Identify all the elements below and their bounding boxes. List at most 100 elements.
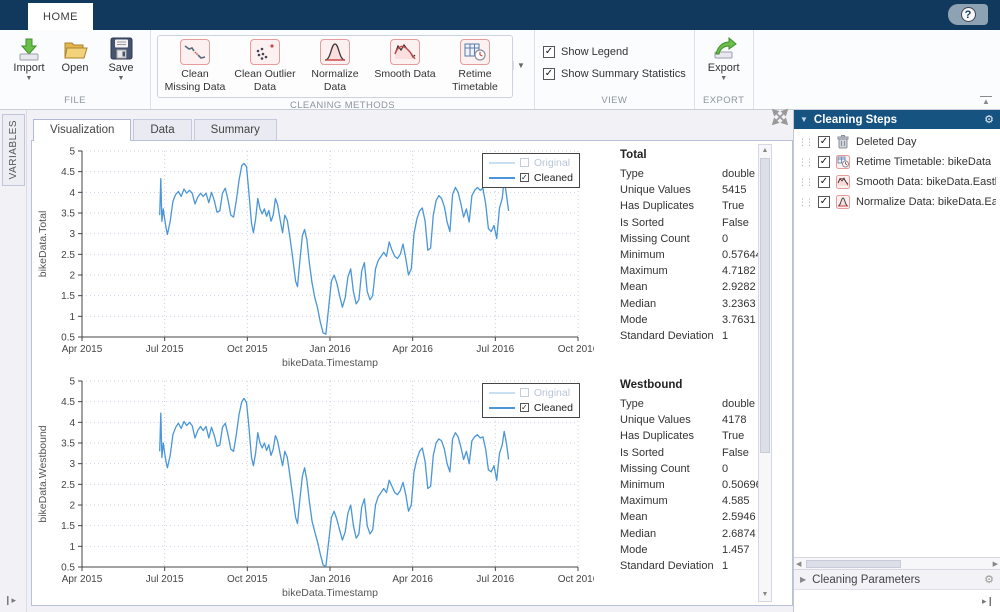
- stats-value: 2.6874: [722, 528, 756, 540]
- expand-document-icon[interactable]: [771, 108, 789, 131]
- open-button[interactable]: Open: [53, 35, 97, 74]
- normalize-icon: [836, 195, 850, 209]
- cleaning-step-item[interactable]: ⋮⋮✓Deleted Day: [794, 132, 1000, 152]
- step-checkbox[interactable]: ✓: [818, 136, 830, 148]
- save-dropdown-arrow[interactable]: ▼: [118, 76, 125, 82]
- cleaning-step-item[interactable]: ⋮⋮✓Retime Timetable: bikeData: [794, 152, 1000, 172]
- cleaning-parameters-gear-icon[interactable]: ⚙: [984, 573, 994, 586]
- cleaning-step-item[interactable]: ⋮⋮✓Normalize Data: bikeData.Eastbound: [794, 192, 1000, 212]
- variables-strip: VARIABLES ❙▸: [0, 110, 27, 612]
- tab-visualization[interactable]: Visualization: [33, 119, 131, 141]
- cleaning-parameters-header[interactable]: ▶ Cleaning Parameters ⚙: [794, 570, 1000, 590]
- legend-checkbox[interactable]: ✓: [520, 173, 529, 182]
- chart-row-total: Apr 2015Jul 2015Oct 2015Jan 2016Apr 2016…: [34, 143, 792, 373]
- show-summary-statistics-checkbox[interactable]: ✓: [543, 68, 555, 80]
- help-icon: ?: [961, 7, 976, 22]
- show-legend-row[interactable]: ✓ Show Legend: [543, 46, 628, 58]
- legend-line-sample: [489, 162, 515, 164]
- drag-handle-icon[interactable]: ⋮⋮: [798, 138, 812, 147]
- cleaning-steps-list: ⋮⋮✓Deleted Day⋮⋮✓Retime Timetable: bikeD…: [794, 129, 1000, 212]
- cleaning-steps-gear-icon[interactable]: ⚙: [984, 113, 994, 126]
- legend-checkbox[interactable]: ✓: [520, 403, 529, 412]
- cleaned-series-line[interactable]: [160, 398, 509, 566]
- expand-cleaning-parameters-icon[interactable]: ▶: [800, 575, 806, 584]
- ribbon-tab-home[interactable]: HOME: [28, 3, 93, 30]
- save-button[interactable]: Save ▼: [99, 35, 143, 82]
- stats-label: Standard Deviation: [620, 330, 722, 342]
- visualization-panel: Apr 2015Jul 2015Oct 2015Jan 2016Apr 2016…: [31, 140, 793, 606]
- variables-tab[interactable]: VARIABLES: [2, 114, 25, 186]
- vertical-scrollbar-thumb[interactable]: [760, 158, 770, 453]
- drag-handle-icon[interactable]: ⋮⋮: [798, 198, 812, 207]
- horizontal-scrollbar[interactable]: ◀ ▶: [794, 557, 1000, 570]
- open-label: Open: [62, 62, 89, 74]
- clean-missing-data-button[interactable]: Clean Missing Data: [160, 37, 230, 96]
- step-checkbox[interactable]: ✓: [818, 176, 830, 188]
- legend-entry-cleaned[interactable]: ✓Cleaned: [489, 400, 573, 415]
- stats-value: double: [722, 168, 755, 180]
- cleaned-series-line[interactable]: [160, 163, 509, 334]
- retime-timetable-label: Retime Timetable: [452, 68, 498, 94]
- tab-summary[interactable]: Summary: [194, 119, 277, 140]
- import-dropdown-arrow[interactable]: ▼: [26, 76, 33, 82]
- retime-timetable-button[interactable]: Retime Timetable: [440, 37, 510, 96]
- step-checkbox[interactable]: ✓: [818, 156, 830, 168]
- home-tab-label: HOME: [43, 11, 78, 23]
- clean-outlier-data-button[interactable]: Clean Outlier Data: [230, 37, 300, 96]
- collapse-ribbon-button[interactable]: ▲: [980, 96, 992, 105]
- legend-entry-cleaned[interactable]: ✓ Cleaned: [489, 170, 573, 185]
- stats-label: Unique Values: [620, 184, 722, 196]
- show-summary-statistics-label: Show Summary Statistics: [561, 68, 686, 80]
- chart-row-westbound: Apr 2015Jul 2015Oct 2015Jan 2016Apr 2016…: [34, 373, 792, 603]
- stats-row: Median2.6874: [620, 526, 772, 542]
- legend-label: Cleaned: [534, 172, 573, 184]
- chart-legend[interactable]: Original✓Cleaned: [482, 383, 580, 418]
- vertical-scrollbar[interactable]: ▲ ▼: [758, 144, 772, 602]
- expand-variables-panel-icon[interactable]: ❙▸: [4, 595, 16, 606]
- svg-text:Jan 2016: Jan 2016: [309, 344, 351, 355]
- legend-label: Original: [534, 387, 570, 399]
- legend-entry-original[interactable]: Original: [489, 155, 573, 170]
- stats-row: Unique Values4178: [620, 412, 772, 428]
- total-chart[interactable]: Apr 2015Jul 2015Oct 2015Jan 2016Apr 2016…: [34, 143, 594, 373]
- show-summary-statistics-row[interactable]: ✓ Show Summary Statistics: [543, 68, 686, 80]
- stats-label: Unique Values: [620, 414, 722, 426]
- scroll-down-arrow[interactable]: ▼: [762, 589, 769, 601]
- scroll-up-arrow[interactable]: ▲: [762, 145, 769, 157]
- stats-label: Has Duplicates: [620, 430, 722, 442]
- scroll-left-arrow[interactable]: ◀: [796, 560, 806, 568]
- stats-value: 2.9282: [722, 281, 756, 293]
- scroll-right-arrow[interactable]: ▶: [988, 560, 998, 568]
- legend-checkbox[interactable]: [520, 158, 529, 167]
- stats-label: Standard Deviation: [620, 560, 722, 572]
- stats-label: Missing Count: [620, 463, 722, 475]
- dock-panel-icon[interactable]: ▸❙: [982, 596, 994, 607]
- drag-handle-icon[interactable]: ⋮⋮: [798, 158, 812, 167]
- collapse-cleaning-steps-icon[interactable]: ▼: [800, 115, 808, 124]
- show-legend-checkbox[interactable]: ✓: [543, 46, 555, 58]
- gallery-dropdown-arrow[interactable]: ▼: [513, 61, 528, 70]
- export-button[interactable]: Export ▼: [702, 35, 746, 82]
- legend-checkbox[interactable]: [520, 388, 529, 397]
- export-dropdown-arrow[interactable]: ▼: [720, 76, 727, 82]
- stats-row: Missing Count0: [620, 461, 772, 477]
- help-button[interactable]: ?: [948, 4, 988, 25]
- svg-text:Jul 2016: Jul 2016: [476, 574, 514, 585]
- export-group: Export ▼ EXPORT: [695, 30, 754, 109]
- step-checkbox[interactable]: ✓: [818, 196, 830, 208]
- right-panel: ▼ Cleaning Steps ⚙ ⋮⋮✓Deleted Day⋮⋮✓Reti…: [793, 110, 1000, 612]
- tab-data[interactable]: Data: [133, 119, 191, 140]
- cleaning-steps-header[interactable]: ▼ Cleaning Steps ⚙: [794, 110, 1000, 129]
- horizontal-scrollbar-thumb[interactable]: [806, 560, 901, 568]
- legend-entry-original[interactable]: Original: [489, 385, 573, 400]
- chart-legend[interactable]: Original ✓ Cleaned: [482, 153, 580, 188]
- drag-handle-icon[interactable]: ⋮⋮: [798, 178, 812, 187]
- svg-text:4.5: 4.5: [61, 167, 75, 178]
- westbound-chart[interactable]: Apr 2015Jul 2015Oct 2015Jan 2016Apr 2016…: [34, 373, 594, 603]
- normalize-data-button[interactable]: Normalize Data: [300, 37, 370, 96]
- import-button[interactable]: Import ▼: [7, 35, 51, 82]
- stats-value: 3.2363: [722, 298, 756, 310]
- cleaning-step-item[interactable]: ⋮⋮✓Smooth Data: bikeData.Eastbound: [794, 172, 1000, 192]
- smooth-data-button[interactable]: Smooth Data: [370, 37, 440, 96]
- svg-text:4: 4: [69, 188, 75, 199]
